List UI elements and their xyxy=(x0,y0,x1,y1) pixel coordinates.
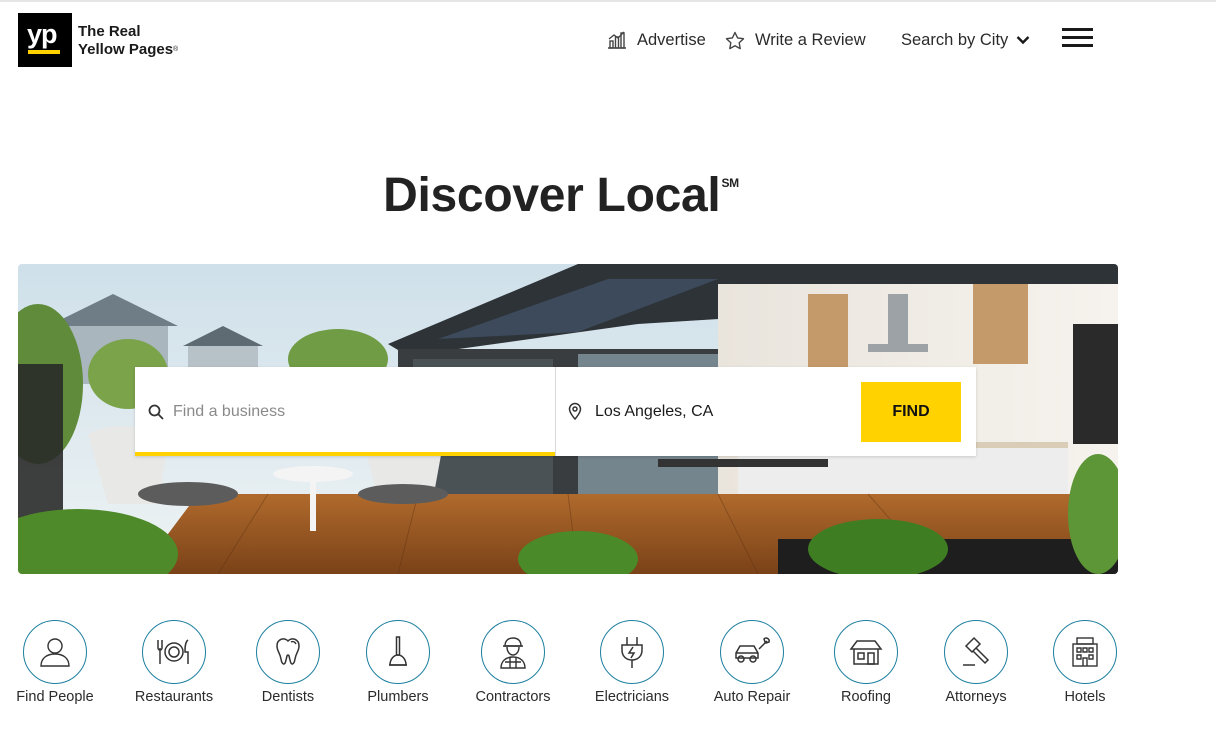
menu-icon[interactable] xyxy=(1062,28,1094,48)
brand-name[interactable]: The Real Yellow Pages® xyxy=(78,23,178,59)
search-bar: FIND xyxy=(135,367,976,456)
category-hotels[interactable]: Hotels xyxy=(1030,620,1140,705)
category-label: Attorneys xyxy=(945,689,1007,705)
business-search-area xyxy=(135,367,555,456)
plug-icon xyxy=(600,620,664,684)
chart-icon xyxy=(608,31,626,49)
category-attorneys[interactable]: Attorneys xyxy=(921,620,1031,705)
write-review-link[interactable]: Write a Review xyxy=(725,29,866,51)
category-auto-repair[interactable]: Auto Repair xyxy=(697,620,807,705)
top-border xyxy=(0,0,1216,2)
category-label: Plumbers xyxy=(367,689,429,705)
logo-underline xyxy=(28,50,60,54)
search-by-city-dropdown[interactable]: Search by City xyxy=(901,29,1030,51)
category-contractors[interactable]: Contractors xyxy=(458,620,568,705)
plunger-icon xyxy=(366,620,430,684)
tooth-icon xyxy=(256,620,320,684)
search-divider xyxy=(555,367,556,456)
brand-line1: The Real xyxy=(78,23,141,40)
star-icon xyxy=(725,31,745,49)
yp-logo[interactable]: yp xyxy=(18,13,72,67)
advertise-label: Advertise xyxy=(637,30,706,49)
category-label: Roofing xyxy=(841,689,891,705)
category-electricians[interactable]: Electricians xyxy=(577,620,687,705)
worker-icon xyxy=(481,620,545,684)
category-label: Dentists xyxy=(261,689,315,705)
page-title: Discover LocalSM xyxy=(383,169,739,222)
category-label: Electricians xyxy=(594,689,670,705)
category-roofing[interactable]: Roofing xyxy=(811,620,921,705)
utensils-icon xyxy=(142,620,206,684)
category-find-people[interactable]: Find People xyxy=(0,620,110,705)
chevron-down-icon xyxy=(1016,36,1030,45)
brand-line2: Yellow Pages® xyxy=(78,41,179,58)
category-restaurants[interactable]: Restaurants xyxy=(119,620,229,705)
category-label: Contractors xyxy=(475,689,551,705)
person-icon xyxy=(23,620,87,684)
location-input[interactable] xyxy=(595,397,845,427)
house-icon xyxy=(834,620,898,684)
advertise-link[interactable]: Advertise xyxy=(607,29,706,51)
car-wrench-icon xyxy=(720,620,784,684)
search-by-city-label: Search by City xyxy=(901,30,1009,49)
category-label: Auto Repair xyxy=(713,689,791,705)
location-pin-icon xyxy=(568,402,582,420)
category-label: Hotels xyxy=(1064,689,1106,705)
category-label: Find People xyxy=(16,689,94,705)
hotel-icon xyxy=(1053,620,1117,684)
search-icon xyxy=(148,404,164,420)
find-button[interactable]: FIND xyxy=(861,382,961,442)
category-plumbers[interactable]: Plumbers xyxy=(343,620,453,705)
category-dentists[interactable]: Dentists xyxy=(233,620,343,705)
business-search-input[interactable] xyxy=(173,397,543,427)
gavel-icon xyxy=(944,620,1008,684)
write-review-label: Write a Review xyxy=(755,30,866,49)
logo-text: yp xyxy=(27,19,57,49)
category-label: Restaurants xyxy=(134,689,214,705)
